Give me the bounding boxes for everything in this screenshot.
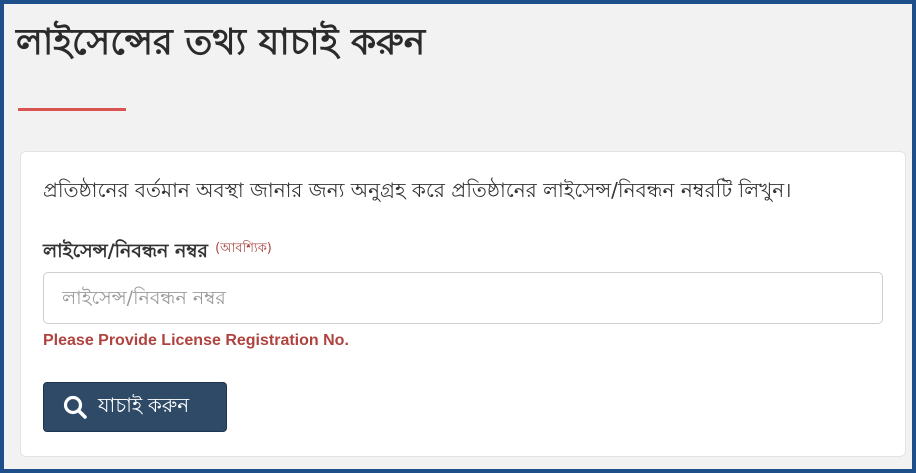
validation-error-message: Please Provide License Registration No.: [43, 332, 349, 349]
instruction-text: প্রতিষ্ঠানের বর্তমান অবস্থা জানার জন্য অ…: [43, 178, 792, 202]
required-indicator: (আবশ্যিক): [215, 241, 272, 256]
license-number-input[interactable]: [43, 272, 883, 324]
verification-form-card: প্রতিষ্ঠানের বর্তমান অবস্থা জানার জন্য অ…: [20, 151, 906, 457]
title-underline-divider: [18, 108, 126, 111]
verify-button-label: যাচাই করুন: [98, 394, 190, 417]
page-title: লাইসেন্সের তথ্য যাচাই করুন: [16, 22, 426, 63]
license-field-label: লাইসেন্স/নিবন্ধন নম্বর (আবশ্যিক): [43, 235, 272, 266]
verify-button[interactable]: যাচাই করুন: [43, 382, 227, 432]
search-icon: [62, 394, 88, 420]
license-field-label-text: লাইসেন্স/নিবন্ধন নম্বর: [43, 240, 208, 262]
page-frame: লাইসেন্সের তথ্য যাচাই করুন প্রতিষ্ঠানের …: [0, 0, 916, 473]
